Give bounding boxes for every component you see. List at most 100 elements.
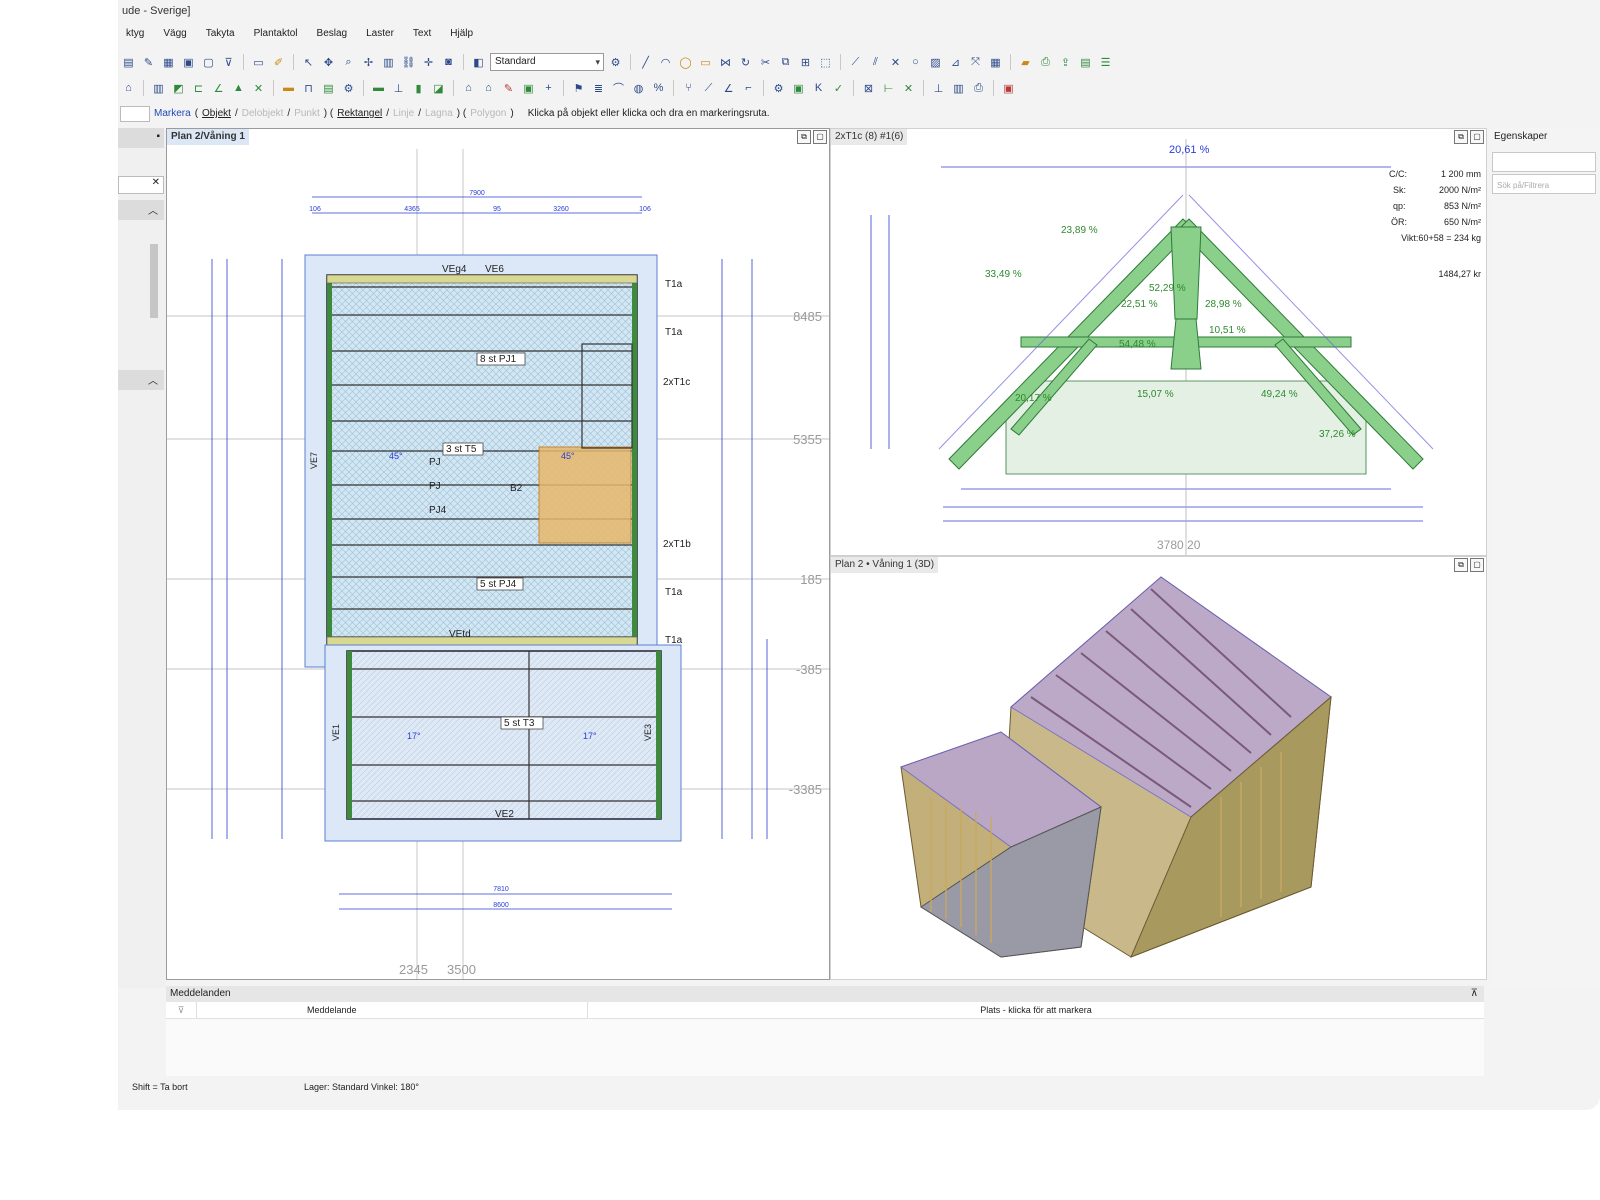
tool-icon[interactable]: ✕ [250,80,267,97]
slab-icon[interactable]: ▬ [370,80,387,97]
camera-icon[interactable]: ◙ [440,54,457,71]
filter-column-icon[interactable]: ⊽ [166,1002,197,1018]
link-icon[interactable]: ⛓ [400,54,417,71]
percent-icon[interactable]: % [650,80,667,97]
level-icon[interactable]: ⊥ [930,80,947,97]
restore-icon[interactable]: ⧉ [797,130,811,144]
plan-drawing[interactable]: 7900 4365 95 3260 106 106 7810 8600 8485… [167,129,829,979]
hatch-icon[interactable]: ▨ [927,54,944,71]
panel-icon[interactable]: ▤ [320,80,337,97]
snap-grid-icon[interactable]: ⊠ [860,80,877,97]
maximize-icon[interactable]: ▢ [1470,130,1484,144]
zoom-icon[interactable]: ⌕ [340,54,357,71]
filter-icon[interactable]: ⊽ [220,54,237,71]
grid-icon[interactable]: ▦ [160,54,177,71]
draw-line-icon[interactable]: ⟋ [847,54,864,71]
ring-icon[interactable]: ○ [907,54,924,71]
truss-drawing[interactable]: 23,89 % 33,49 % 52,29 % 22,51 % 28,98 % … [831,129,1486,555]
hint-lagna[interactable]: Lagna [425,104,453,124]
plate-icon[interactable]: ◪ [430,80,447,97]
edit-icon[interactable]: ✎ [140,54,157,71]
left-panel-header[interactable]: ▪ [118,128,164,148]
menu-item-takyta[interactable]: Takyta [198,24,246,44]
monitor-icon[interactable]: ▭ [250,54,267,71]
column-message[interactable]: Meddelande [197,1002,588,1018]
left-panel-section[interactable]: ︿ [118,200,164,220]
trim-icon[interactable]: ⤧ [967,54,984,71]
circle-icon[interactable]: ◯ [677,54,694,71]
wall-edit-icon[interactable]: ◩ [170,80,187,97]
layer-settings-icon[interactable]: ⚙ [607,54,624,71]
house-icon[interactable]: ⌂ [460,80,477,97]
pin-icon[interactable]: ⊼ [1471,986,1478,1002]
menu-item-text[interactable]: Text [405,24,442,44]
label-3-st-t5[interactable]: 3 st T5 [446,444,477,455]
label-5-st-t3[interactable]: 5 st T3 [504,718,535,729]
menu-item-hjalp[interactable]: Hjälp [442,24,484,44]
menu-item-laster[interactable]: Laster [358,24,405,44]
hint-objekt[interactable]: Objekt [202,104,231,124]
folder-icon[interactable]: ▰ [1017,54,1034,71]
report-icon[interactable]: ▤ [1077,54,1094,71]
hint-mode[interactable]: Markera [154,104,191,124]
chevron-up-icon[interactable]: ︿ [148,202,158,217]
print2-icon[interactable]: ⎙ [970,80,987,97]
corner-icon[interactable]: ⌐ [740,80,757,97]
restore-icon[interactable]: ⧉ [1454,130,1468,144]
stairs-icon[interactable]: ⊏ [190,80,207,97]
clear-icon[interactable]: ✕ [152,177,163,188]
plan-view[interactable]: 7900 4365 95 3260 106 106 7810 8600 8485… [166,128,830,980]
tools-icon[interactable]: ✕ [900,80,917,97]
k-icon[interactable]: K [810,80,827,97]
menu-item-verktyg[interactable]: ktyg [118,24,155,44]
cross-icon[interactable]: ✕ [887,54,904,71]
roof-icon[interactable]: ⌂ [120,80,137,97]
hint-punkt[interactable]: Punkt [294,104,320,124]
layer-icon[interactable]: ◧ [470,54,487,71]
rectangle-icon[interactable]: ▭ [697,54,714,71]
layout-icon[interactable]: ▥ [950,80,967,97]
left-panel-section-2[interactable]: ︿ [118,370,164,390]
stop-icon[interactable]: ▣ [1000,80,1017,97]
menu-item-vagg[interactable]: Vägg [155,24,197,44]
layer-select[interactable]: Standard [490,53,604,71]
block-icon[interactable]: ▣ [790,80,807,97]
mode-select[interactable] [120,106,150,122]
3d-view-title[interactable]: Plan 2 • Våning 1 (3D) [831,557,939,573]
maximize-icon[interactable]: ▢ [813,130,827,144]
left-panel-search[interactable]: ✕ [118,176,164,194]
chevron-up-icon[interactable]: ︿ [148,372,158,387]
crosshair-icon[interactable]: ✛ [420,54,437,71]
mirror-icon[interactable]: ⋈ [717,54,734,71]
menu-item-plantaktol[interactable]: Plantaktol [246,24,309,44]
stack-icon[interactable]: ≣ [590,80,607,97]
3d-view[interactable]: Plan 2 • Våning 1 (3D) ⧉ ▢ [830,556,1487,980]
3d-model[interactable] [831,557,1486,979]
plan-view-title[interactable]: Plan 2/Våning 1 [167,129,249,145]
curve-icon[interactable]: ⌒ [610,80,627,97]
globe-icon[interactable]: ◍ [630,80,647,97]
label-5-st-pj4[interactable]: 5 st PJ4 [480,579,517,590]
properties-title[interactable]: Egenskaper [1490,128,1600,146]
properties-search[interactable]: Sök på/Filtrera [1492,174,1596,194]
parallel-icon[interactable]: ⫽ [867,54,884,71]
rotate-icon[interactable]: ↻ [737,54,754,71]
truss-view-title[interactable]: 2xT1c (8) #1(6) [831,129,908,145]
array-icon[interactable]: ⊞ [797,54,814,71]
plus-icon[interactable]: + [540,80,557,97]
truss-view[interactable]: 23,89 % 33,49 % 52,29 % 22,51 % 28,98 % … [830,128,1487,556]
frame-icon[interactable]: ⬚ [817,54,834,71]
properties-field[interactable] [1492,152,1596,172]
scissors-icon[interactable]: ✂ [757,54,774,71]
window-icon[interactable]: ▢ [200,54,217,71]
gear-icon[interactable]: ⚙ [340,80,357,97]
save-icon[interactable]: ▤ [120,54,137,71]
triangle-icon[interactable]: ▲ [230,80,247,97]
move-icon[interactable]: ✥ [320,54,337,71]
copy-icon[interactable]: ⧉ [777,54,794,71]
column-icon[interactable]: ⊥ [390,80,407,97]
pen-icon[interactable]: ✎ [500,80,517,97]
left-panel-scrollbar[interactable] [148,230,160,360]
measure-icon[interactable]: ⊿ [947,54,964,71]
maximize-icon[interactable]: ▢ [1470,558,1484,572]
